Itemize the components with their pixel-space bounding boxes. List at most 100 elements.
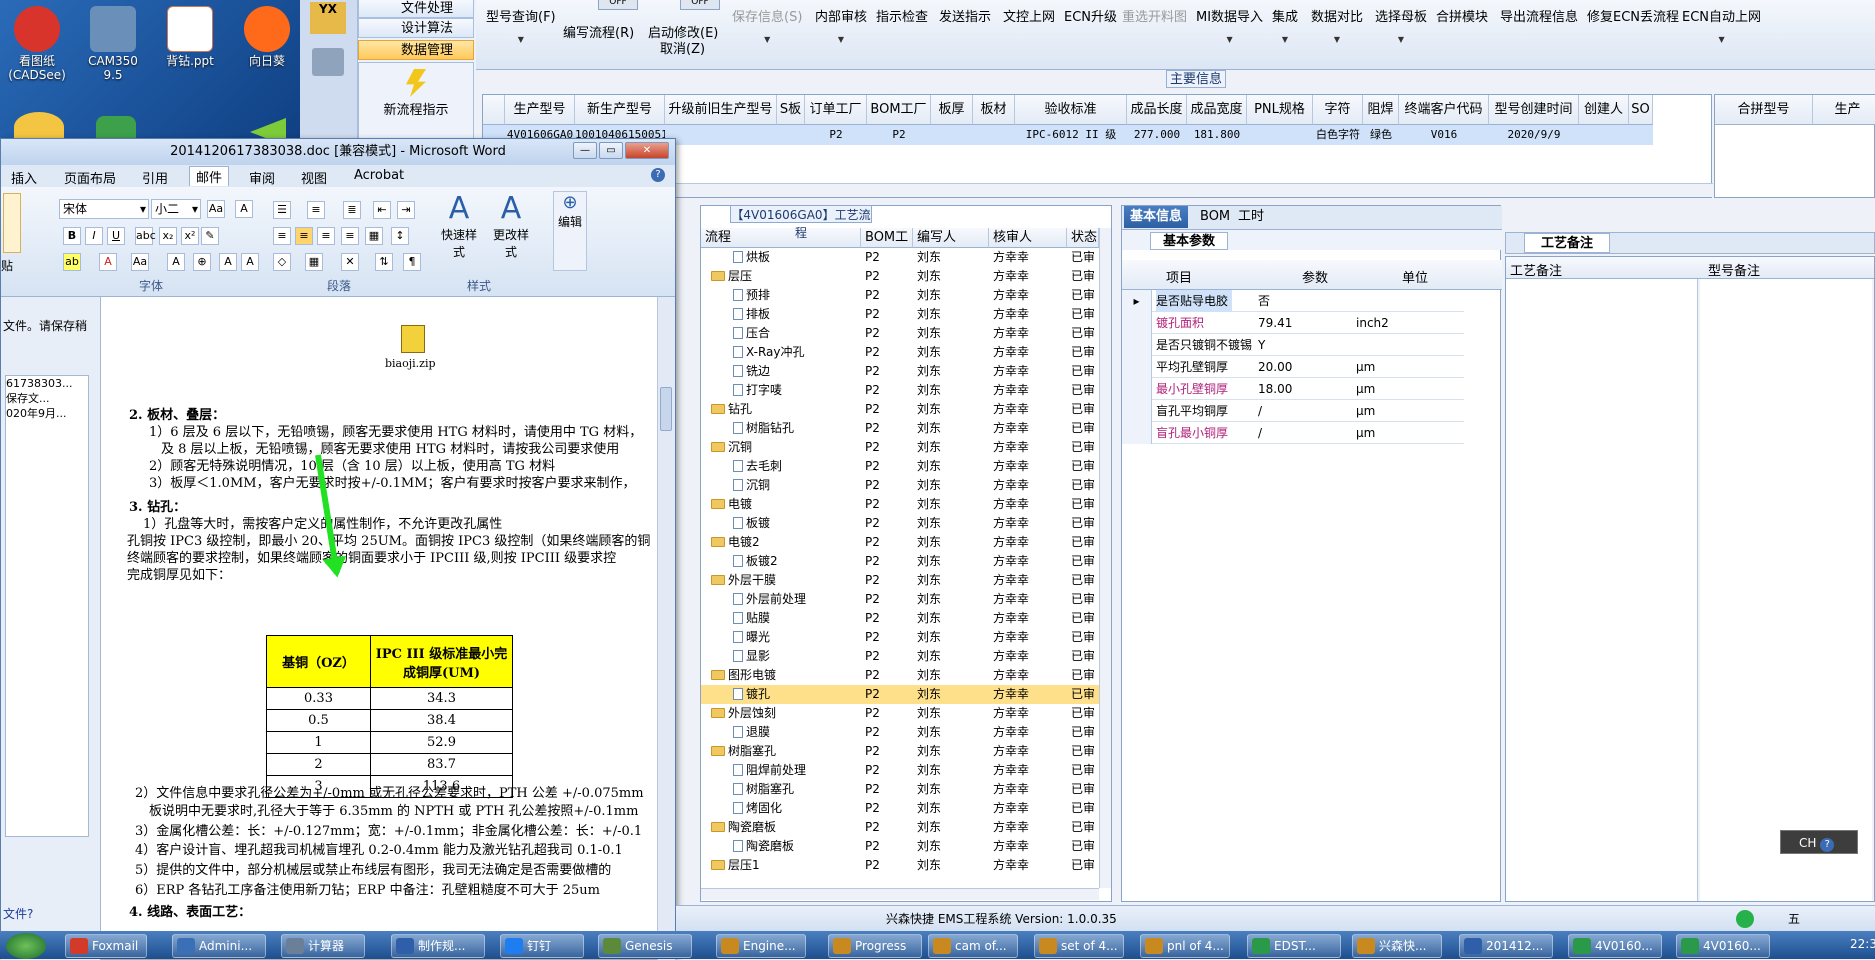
scroll-thumb[interactable]	[660, 387, 672, 431]
list-item[interactable]: 退膜 P2 刘东 方幸幸 已审	[701, 723, 1099, 742]
sort-button[interactable]: ⇅	[375, 253, 393, 271]
shrink-font-button[interactable]: A	[241, 253, 259, 271]
list-item[interactable]: 外层干膜 P2 刘东 方幸幸 已审	[701, 571, 1099, 590]
toolbar-item[interactable]: 发送指示	[939, 6, 991, 25]
list-item[interactable]: 钻孔 P2 刘东 方幸幸 已审	[701, 400, 1099, 419]
highlight-button[interactable]: ab	[63, 253, 81, 271]
list-item[interactable]: X-Ray冲孔 P2 刘东 方幸幸 已审	[701, 343, 1099, 362]
taskbar-button[interactable]: 4V0160...	[1676, 934, 1770, 958]
chinese-layout-button[interactable]: ✕	[341, 253, 359, 271]
col-12[interactable]: 字符	[1313, 95, 1363, 125]
tab-insert[interactable]: 插入	[11, 168, 37, 187]
align-left-button[interactable]: ≡	[273, 227, 291, 245]
col-process[interactable]: 流程	[701, 228, 861, 248]
grid-cell[interactable]: 2020/9/9	[1489, 125, 1579, 145]
toolbar-item[interactable]: ECN升级	[1064, 6, 1117, 25]
desktop-icon-cadsee[interactable]: 看图纸 (CADSee)	[2, 2, 72, 82]
section-basic-params[interactable]: 基本参数	[1150, 232, 1229, 250]
taskbar-button[interactable]: Foxmail	[65, 934, 147, 958]
toolbar-item[interactable]: 合拼模块	[1436, 6, 1488, 25]
col-6[interactable]: 板厚	[931, 95, 973, 125]
toolbar-item[interactable]: ECN自动上网 ▼	[1682, 6, 1761, 44]
toolbar-item[interactable]: 指示检查	[876, 6, 928, 25]
help-icon[interactable]: ?	[1820, 838, 1835, 852]
row-selector[interactable]	[1122, 334, 1152, 356]
grid-cell[interactable]: V016	[1399, 125, 1489, 145]
decrease-indent-button[interactable]: ⇤	[373, 201, 391, 219]
col-9[interactable]: 成品长度	[1127, 95, 1187, 125]
col-merge-model[interactable]: 合拼型号	[1715, 95, 1813, 125]
tray-ime[interactable]: 五	[1788, 906, 1800, 932]
strikethrough-button[interactable]: abc	[135, 227, 156, 245]
toolbar-item[interactable]: 选择母板 ▼	[1375, 6, 1427, 44]
start-button[interactable]	[6, 933, 46, 959]
char-border-icon[interactable]: A	[235, 200, 253, 218]
col-7[interactable]: 板材	[973, 95, 1015, 125]
grid-cell[interactable]: P2	[805, 125, 867, 145]
bullets-button[interactable]: ☰	[273, 201, 291, 219]
list-item[interactable]: 曝光 P2 刘东 方幸幸 已审	[701, 628, 1099, 647]
col-1[interactable]: 新生产型号	[575, 95, 665, 125]
taskbar-button[interactable]: Genesis	[598, 934, 692, 958]
param-value[interactable]: 20.00	[1258, 356, 1292, 378]
sidebar-question[interactable]: 文件?	[3, 905, 33, 922]
toolbar-item[interactable]: 取消(Z)	[660, 38, 705, 57]
list-item[interactable]: 树脂钻孔 P2 刘东 方幸幸 已审	[701, 419, 1099, 438]
increase-indent-button[interactable]: ⇥	[397, 201, 415, 219]
col-13[interactable]: 阻焊	[1363, 95, 1399, 125]
list-item[interactable]: 贴膜 P2 刘东 方幸幸 已审	[701, 609, 1099, 628]
row-pointer-icon[interactable]: ▸	[1122, 290, 1152, 312]
grid-cell[interactable]	[777, 125, 805, 145]
col-param[interactable]: 参数	[1302, 267, 1328, 286]
distribute-button[interactable]: ▦	[365, 227, 383, 245]
row-selector[interactable]	[1122, 356, 1152, 378]
toolbar-item[interactable]: MI数据导入 ▼	[1196, 6, 1263, 44]
list-item[interactable]: 陶瓷磨板 P2 刘东 方幸幸 已审	[701, 818, 1099, 837]
list-item[interactable]: 预排 P2 刘东 方幸幸 已审	[701, 286, 1099, 305]
status-app-icon[interactable]	[1736, 910, 1754, 928]
nav-data-management[interactable]: 数据管理	[358, 40, 474, 60]
nav-design-algorithm[interactable]: 设计算法	[358, 18, 474, 38]
table-row[interactable]: 镀孔面积 79.41 inch2	[1122, 312, 1464, 334]
table-row[interactable]: 最小孔壁铜厚 18.00 μm	[1122, 378, 1464, 400]
recovery-list[interactable]: 61738303... 保存文... 020年9月...	[5, 375, 89, 837]
param-value[interactable]: 否	[1258, 290, 1270, 312]
param-value[interactable]: /	[1258, 400, 1262, 422]
font-name-select[interactable]: 宋体 ▾	[59, 199, 149, 219]
taskbar-button[interactable]: Engine...	[716, 934, 806, 958]
tab-process-remark[interactable]: 工艺备注	[1524, 233, 1611, 253]
process-remark-box[interactable]	[1506, 279, 1698, 901]
change-case-icon[interactable]: Aa	[207, 200, 225, 218]
grid-cell[interactable]: P2	[867, 125, 931, 145]
nav-new-process-indicator[interactable]: 新流程指示	[358, 62, 474, 142]
justify-button[interactable]: ≡	[341, 227, 359, 245]
list-item[interactable]: 板镀 P2 刘东 方幸幸 已审	[701, 514, 1099, 533]
param-value[interactable]: 18.00	[1258, 378, 1292, 400]
tab-review[interactable]: 审阅	[249, 168, 275, 187]
taskbar-button[interactable]: EDST...	[1247, 934, 1341, 958]
grid-cell[interactable]: 181.800	[1187, 125, 1247, 145]
table-row[interactable]: 盲孔平均铜厚 / μm	[1122, 400, 1464, 422]
list-item[interactable]: 压合 P2 刘东 方幸幸 已审	[701, 324, 1099, 343]
taskbar-button[interactable]: set of 4...	[1034, 934, 1124, 958]
col-writer[interactable]: 编写人	[913, 228, 989, 248]
toolbar-item[interactable]: 编写流程(R)	[563, 22, 634, 41]
list-item[interactable]: 排板 P2 刘东 方幸幸 已审	[701, 305, 1099, 324]
col-11[interactable]: PNL规格	[1247, 95, 1313, 125]
tab-bom[interactable]: BOM	[1194, 206, 1236, 228]
process-vscrollbar[interactable]	[1099, 228, 1111, 888]
zip-file-icon[interactable]	[401, 325, 425, 353]
font-size-select[interactable]: 小二 ▾	[151, 199, 201, 219]
restore-button[interactable]: ▭	[599, 142, 623, 159]
col-4[interactable]: 订单工厂	[805, 95, 867, 125]
table-row[interactable]: 盲孔最小铜厚 / μm	[1122, 422, 1464, 444]
col-status[interactable]: 状态	[1067, 228, 1099, 248]
table-row[interactable]: 平均孔壁铜厚 20.00 μm	[1122, 356, 1464, 378]
col-process-remark[interactable]: 工艺备注	[1510, 260, 1562, 279]
param-value[interactable]: 79.41	[1258, 312, 1292, 334]
toolbar-item[interactable]: 文控上网	[1003, 6, 1055, 25]
taskbar-button[interactable]: pnl of 4...	[1140, 934, 1230, 958]
underline-button[interactable]: U	[107, 227, 125, 245]
bold-button[interactable]: B	[63, 227, 81, 245]
list-item[interactable]: 镀孔 P2 刘东 方幸幸 已审	[701, 685, 1099, 704]
